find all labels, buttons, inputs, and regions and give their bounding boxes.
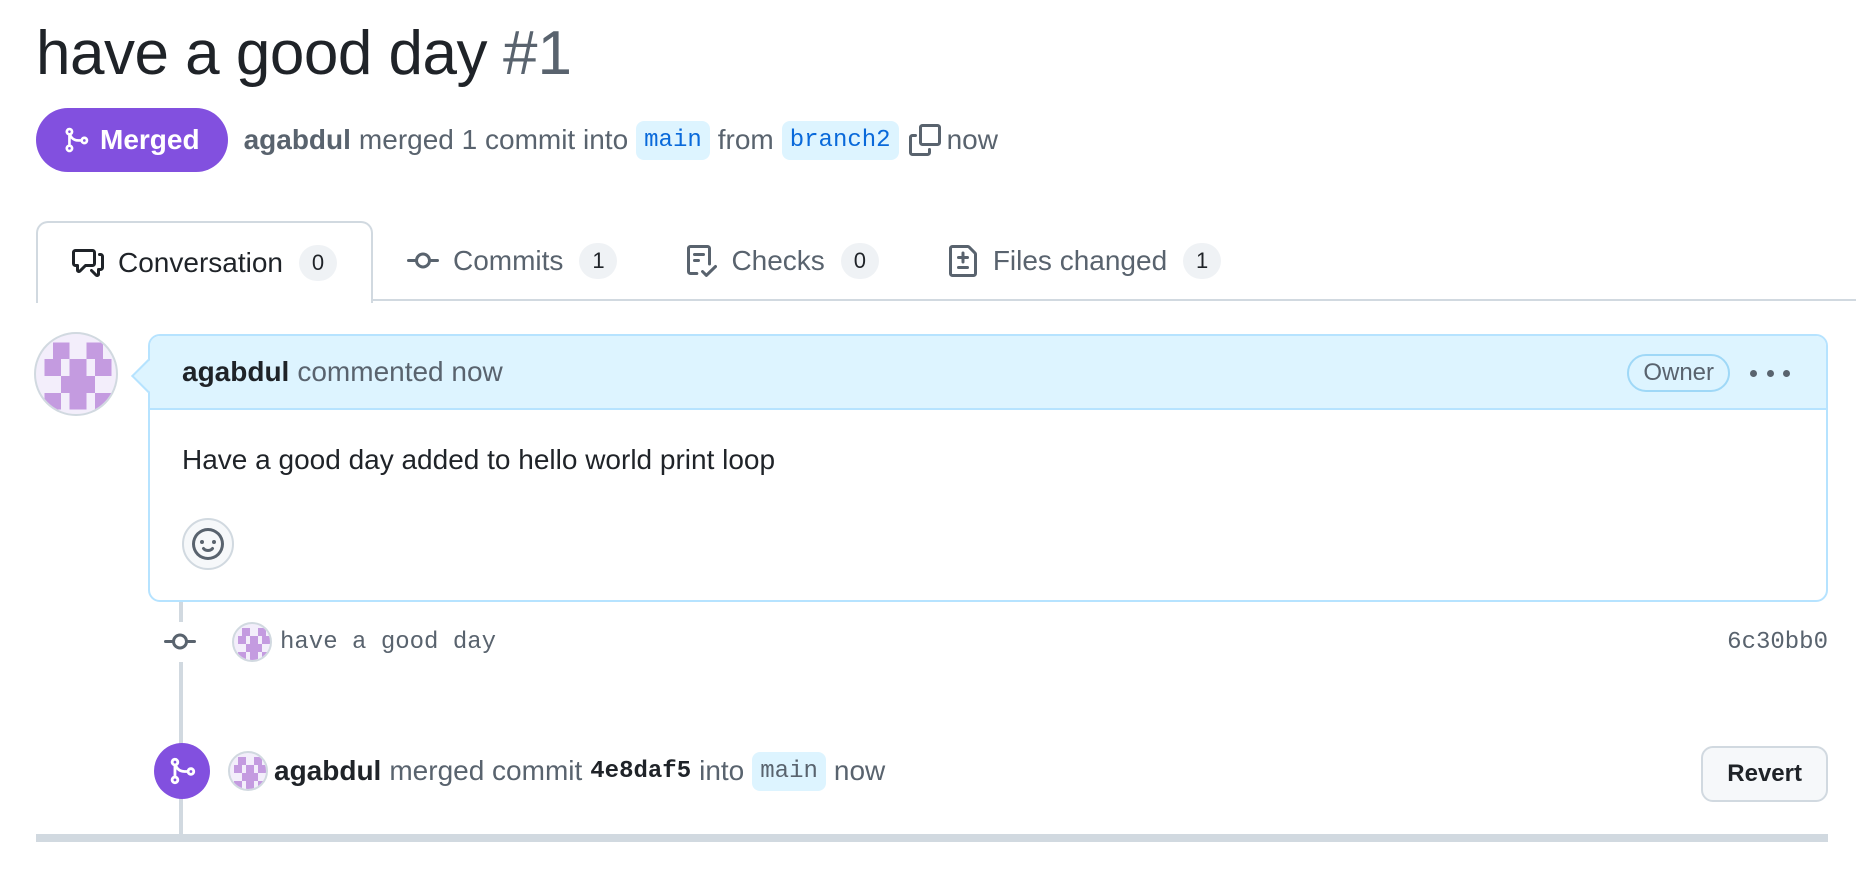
merge-time: now — [833, 755, 886, 786]
head-branch-link[interactable]: branch2 — [781, 120, 899, 160]
git-merge-icon — [154, 743, 210, 799]
tab-commits-count: 1 — [579, 243, 618, 279]
tab-files-changed-label: Files changed — [992, 245, 1168, 276]
avatar[interactable] — [34, 332, 118, 416]
tab-checks-label: Checks — [731, 245, 825, 276]
tab-checks[interactable]: Checks 0 — [651, 221, 912, 301]
copy-icon[interactable] — [908, 124, 941, 156]
merge-event-text: agabdul merged commit 4e8daf5 into main … — [274, 751, 886, 791]
merged-state-badge: Merged — [36, 108, 228, 172]
pr-title-row: have a good day #1 — [36, 18, 572, 89]
tab-commits[interactable]: Commits 1 — [373, 221, 651, 301]
from-text: from — [717, 124, 774, 155]
comment-discussion-icon — [72, 249, 104, 277]
comment-body: Have a good day added to hello world pri… — [182, 444, 776, 475]
merge-commit-sha-link[interactable]: 4e8daf5 — [590, 758, 691, 785]
tab-conversation[interactable]: Conversation 0 — [36, 221, 373, 303]
commit-sha-link[interactable]: 6c30bb0 — [1727, 629, 1828, 656]
git-commit-icon — [160, 622, 200, 662]
kebab-horizontal-icon[interactable] — [1750, 358, 1790, 388]
merge-author-link[interactable]: agabdul — [274, 755, 381, 787]
pr-tabs: Conversation 0 Commits 1 Checks 0 Files … — [36, 221, 1856, 303]
tab-files-changed-count: 1 — [1183, 243, 1222, 279]
owner-badge: Owner — [1627, 354, 1730, 392]
file-diff-icon — [948, 245, 977, 277]
comment-header: agabdul commented now Owner — [150, 336, 1826, 410]
merge-text-before: merged commit — [389, 755, 583, 786]
tab-conversation-label: Conversation — [118, 247, 283, 278]
checklist-icon — [687, 245, 718, 277]
avatar[interactable] — [228, 751, 268, 791]
pr-author-link[interactable]: agabdul — [244, 124, 351, 156]
base-branch-link[interactable]: main — [636, 120, 710, 160]
merged-state-label: Merged — [100, 124, 200, 155]
timeline-merge-event: agabdul merged commit 4e8daf5 into main … — [154, 742, 1828, 802]
tab-commits-label: Commits — [452, 245, 564, 276]
tab-files-changed[interactable]: Files changed 1 — [913, 221, 1255, 301]
commit-message-link[interactable]: have a good day — [280, 629, 496, 656]
timeline-commit-row: have a good day 6c30bb0 — [160, 618, 1828, 666]
comment-author-link[interactable]: agabdul — [182, 356, 289, 388]
pr-meta: Merged agabdul merged 1 commit into main… — [36, 108, 998, 172]
comment-action: commented now — [297, 356, 503, 387]
merged-time: now — [946, 124, 998, 155]
merged-summary-text: merged 1 commit into — [358, 124, 629, 155]
pr-number: #1 — [503, 19, 572, 88]
merge-text-into: into — [699, 755, 745, 786]
revert-button[interactable]: Revert — [1701, 746, 1828, 802]
tab-checks-count: 0 — [840, 243, 879, 279]
avatar[interactable] — [232, 622, 272, 662]
tab-conversation-count: 0 — [298, 245, 337, 281]
merge-branch-link[interactable]: main — [752, 751, 826, 791]
comment-box: agabdul commented now Owner Have a good … — [148, 334, 1828, 602]
pr-title: have a good day — [36, 19, 488, 88]
git-commit-icon — [406, 252, 439, 269]
git-merge-icon — [65, 127, 89, 153]
smiley-icon[interactable] — [182, 518, 234, 570]
timeline-bottom-divider — [36, 834, 1828, 842]
